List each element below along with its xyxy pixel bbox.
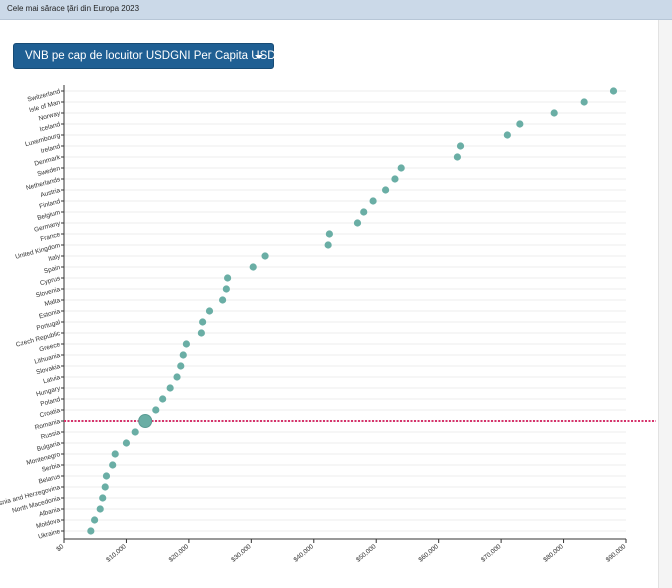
data-point[interactable]: [580, 98, 588, 106]
y-category-label: Spain: [43, 264, 61, 275]
data-point[interactable]: [325, 230, 333, 238]
data-point[interactable]: [397, 164, 405, 172]
data-point[interactable]: [503, 131, 511, 139]
data-point[interactable]: [173, 373, 181, 381]
data-point[interactable]: [609, 87, 618, 95]
data-point[interactable]: [111, 450, 119, 458]
data-point[interactable]: [353, 219, 362, 227]
data-point[interactable]: [179, 351, 187, 359]
x-tick-label: $30,000: [230, 543, 253, 564]
data-point[interactable]: [87, 527, 95, 535]
data-point[interactable]: [199, 318, 207, 326]
data-point[interactable]: [96, 505, 104, 513]
data-point[interactable]: [456, 142, 465, 150]
y-category-label: Malta: [44, 297, 62, 308]
data-point[interactable]: [122, 439, 131, 447]
y-category-label: Ukraine: [38, 528, 62, 541]
y-category-label: Austria: [40, 187, 62, 199]
y-category-label: France: [40, 231, 62, 243]
data-point[interactable]: [324, 241, 332, 249]
scatter-chart: $0 $10,000 $20,000 $30,000 $40,000 $50,000 $60…: [0, 85, 656, 564]
x-tick-label: $60,000: [417, 543, 440, 564]
data-point[interactable]: [177, 362, 185, 370]
x-tick-label: $50,000: [355, 543, 378, 564]
data-point[interactable]: [453, 153, 461, 161]
data-point[interactable]: [249, 263, 257, 271]
data-point[interactable]: [224, 274, 232, 282]
y-category-label: Latvia: [42, 374, 61, 385]
y-category-label: Ireland: [40, 143, 61, 155]
data-point[interactable]: [152, 406, 160, 414]
data-point[interactable]: [516, 120, 524, 128]
data-point[interactable]: [101, 483, 109, 491]
y-category-label: Serbia: [41, 462, 61, 474]
x-tick-label: $40,000: [293, 543, 316, 564]
data-point[interactable]: [131, 428, 139, 436]
data-point[interactable]: [109, 461, 117, 469]
x-tick-label: $20,000: [168, 543, 191, 564]
data-point[interactable]: [381, 186, 390, 194]
y-category-label: Poland: [40, 396, 62, 408]
data-point[interactable]: [99, 494, 107, 502]
data-point[interactable]: [360, 208, 368, 216]
data-point[interactable]: [159, 395, 167, 403]
data-point[interactable]: [219, 296, 227, 304]
x-tick-label: $90,000: [605, 543, 628, 564]
data-point[interactable]: [205, 307, 214, 315]
data-point[interactable]: [166, 384, 174, 392]
highlighted-data-point[interactable]: [138, 414, 153, 428]
data-point[interactable]: [182, 340, 190, 348]
data-point[interactable]: [197, 329, 205, 337]
x-tick-label: $70,000: [480, 543, 503, 564]
x-tick-label: $0: [55, 543, 65, 553]
data-point[interactable]: [261, 252, 269, 260]
data-point[interactable]: [102, 472, 111, 480]
y-category-label: Italy: [48, 253, 62, 263]
x-tick-label: $10,000: [105, 543, 128, 564]
x-tick-label: $80,000: [542, 543, 565, 564]
data-point[interactable]: [90, 516, 99, 524]
y-category-label: Russia: [40, 429, 61, 441]
data-point[interactable]: [369, 197, 377, 205]
data-point[interactable]: [222, 285, 230, 293]
data-point[interactable]: [550, 109, 558, 117]
data-point[interactable]: [391, 175, 399, 183]
